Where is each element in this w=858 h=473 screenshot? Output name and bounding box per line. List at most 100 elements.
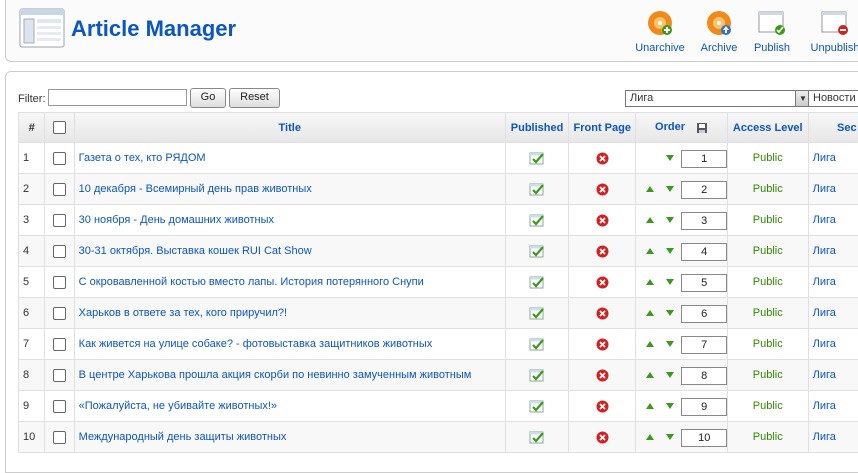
published-check-icon[interactable] [529,305,545,321]
move-up-icon[interactable] [646,372,655,378]
order-input[interactable]: 7 [681,336,728,354]
published-check-icon[interactable] [529,367,545,383]
order-input[interactable]: 8 [681,367,728,385]
row-checkbox[interactable] [53,244,67,258]
access-level-link[interactable]: Public [727,298,808,328]
order-input[interactable]: 5 [681,274,728,292]
article-title-link[interactable]: Харьков в ответе за тех, кого приручил?! [74,298,505,328]
not-on-front-page-icon[interactable] [596,400,609,413]
header-access-level[interactable]: Access Level [727,113,808,142]
article-title-link[interactable]: В центре Харькова прошла акция скорби по… [74,360,505,390]
not-on-front-page-icon[interactable] [596,183,609,196]
move-down-icon[interactable] [666,279,675,285]
move-up-icon[interactable] [646,434,655,440]
article-title-link[interactable]: Международный день защиты животных [74,422,505,452]
access-level-link[interactable]: Public [727,360,808,390]
table-row: 1 Газета о тех, кто РЯДОМ 1 Public Лига [19,143,858,173]
not-on-front-page-icon[interactable] [596,245,609,258]
save-order-icon[interactable] [696,122,708,134]
go-button[interactable]: Go [190,88,226,108]
move-down-icon[interactable] [666,372,675,378]
archive-button[interactable]: Archive [689,8,749,54]
published-check-icon[interactable] [529,243,545,259]
header-front-page[interactable]: Front Page [569,113,636,142]
header-title[interactable]: Title [74,113,505,142]
header-published[interactable]: Published [505,113,569,142]
move-down-icon[interactable] [666,155,675,161]
not-on-front-page-icon[interactable] [596,431,609,444]
move-up-icon[interactable] [646,341,655,347]
move-up-icon[interactable] [646,403,655,409]
move-down-icon[interactable] [666,341,675,347]
article-title-link[interactable]: 10 декабря - Всемирный день прав животны… [74,174,505,204]
move-down-icon[interactable] [666,186,675,192]
order-input[interactable]: 3 [681,212,728,230]
access-level-link[interactable]: Public [727,267,808,297]
not-on-front-page-icon[interactable] [596,369,609,382]
article-title-link[interactable]: С окровавленной костью вместо лапы. Исто… [74,267,505,297]
article-title-link[interactable]: Как живется на улице собаке? - фотовыста… [74,329,505,359]
move-up-icon[interactable] [646,217,655,223]
move-down-icon[interactable] [666,217,675,223]
row-checkbox[interactable] [53,275,67,289]
row-checkbox[interactable] [53,430,67,444]
unpublish-button[interactable]: Unpublish [805,8,858,54]
move-up-icon[interactable] [646,279,655,285]
order-input[interactable]: 6 [681,305,728,323]
published-check-icon[interactable] [529,274,545,290]
move-down-icon[interactable] [666,403,675,409]
header-order[interactable]: Order [636,113,727,142]
publish-button[interactable]: Publish [742,8,802,54]
order-input[interactable]: 4 [681,243,728,261]
not-on-front-page-icon[interactable] [596,214,609,227]
move-down-icon[interactable] [666,310,675,316]
row-number: 2 [19,174,45,204]
move-down-icon[interactable] [666,248,675,254]
order-input[interactable]: 10 [681,429,728,447]
article-title-link[interactable]: Газета о тех, кто РЯДОМ [74,143,505,173]
published-check-icon[interactable] [529,150,545,166]
move-up-icon[interactable] [646,186,655,192]
row-checkbox[interactable] [53,213,67,227]
order-input[interactable]: 9 [681,398,728,416]
not-on-front-page-icon[interactable] [596,276,609,289]
category-select[interactable]: Лига ▼ [625,90,811,107]
access-level-link[interactable]: Public [727,236,808,266]
table-row: 10 Международный день защиты животных 10 Pu… [19,422,858,452]
order-input[interactable]: 1 [681,150,728,168]
published-check-icon[interactable] [529,336,545,352]
access-level-link[interactable]: Public [727,205,808,235]
row-checkbox[interactable] [53,151,67,165]
move-down-icon[interactable] [666,434,675,440]
access-level-link[interactable]: Public [727,174,808,204]
row-number: 4 [19,236,45,266]
article-title-link[interactable]: «Пожалуйста, не убивайте животных!» [74,391,505,421]
filter-input[interactable] [48,89,187,106]
not-on-front-page-icon[interactable] [596,307,609,320]
row-checkbox[interactable] [53,368,67,382]
access-level-link[interactable]: Public [727,329,808,359]
section-select[interactable]: Новости [808,90,858,107]
not-on-front-page-icon[interactable] [596,152,609,165]
header-section[interactable]: Sec [808,113,858,142]
published-check-icon[interactable] [529,212,545,228]
not-on-front-page-icon[interactable] [596,338,609,351]
select-all-checkbox[interactable] [53,121,67,134]
published-check-icon[interactable] [529,181,545,197]
reset-button[interactable]: Reset [229,88,280,108]
access-level-link[interactable]: Public [727,422,808,452]
published-check-icon[interactable] [529,429,545,445]
order-input[interactable]: 2 [681,181,728,199]
move-up-icon[interactable] [646,248,655,254]
unarchive-button[interactable]: Unarchive [630,8,690,54]
published-check-icon[interactable] [529,398,545,414]
access-level-link[interactable]: Public [727,391,808,421]
move-up-icon[interactable] [646,310,655,316]
article-title-link[interactable]: 30 ноября - День домашних животных [74,205,505,235]
row-checkbox[interactable] [53,337,67,351]
access-level-link[interactable]: Public [727,143,808,173]
row-checkbox[interactable] [53,182,67,196]
article-title-link[interactable]: 30-31 октября. Выставка кошек RUI Cat Sh… [74,236,505,266]
row-checkbox[interactable] [53,306,67,320]
row-checkbox[interactable] [53,399,67,413]
